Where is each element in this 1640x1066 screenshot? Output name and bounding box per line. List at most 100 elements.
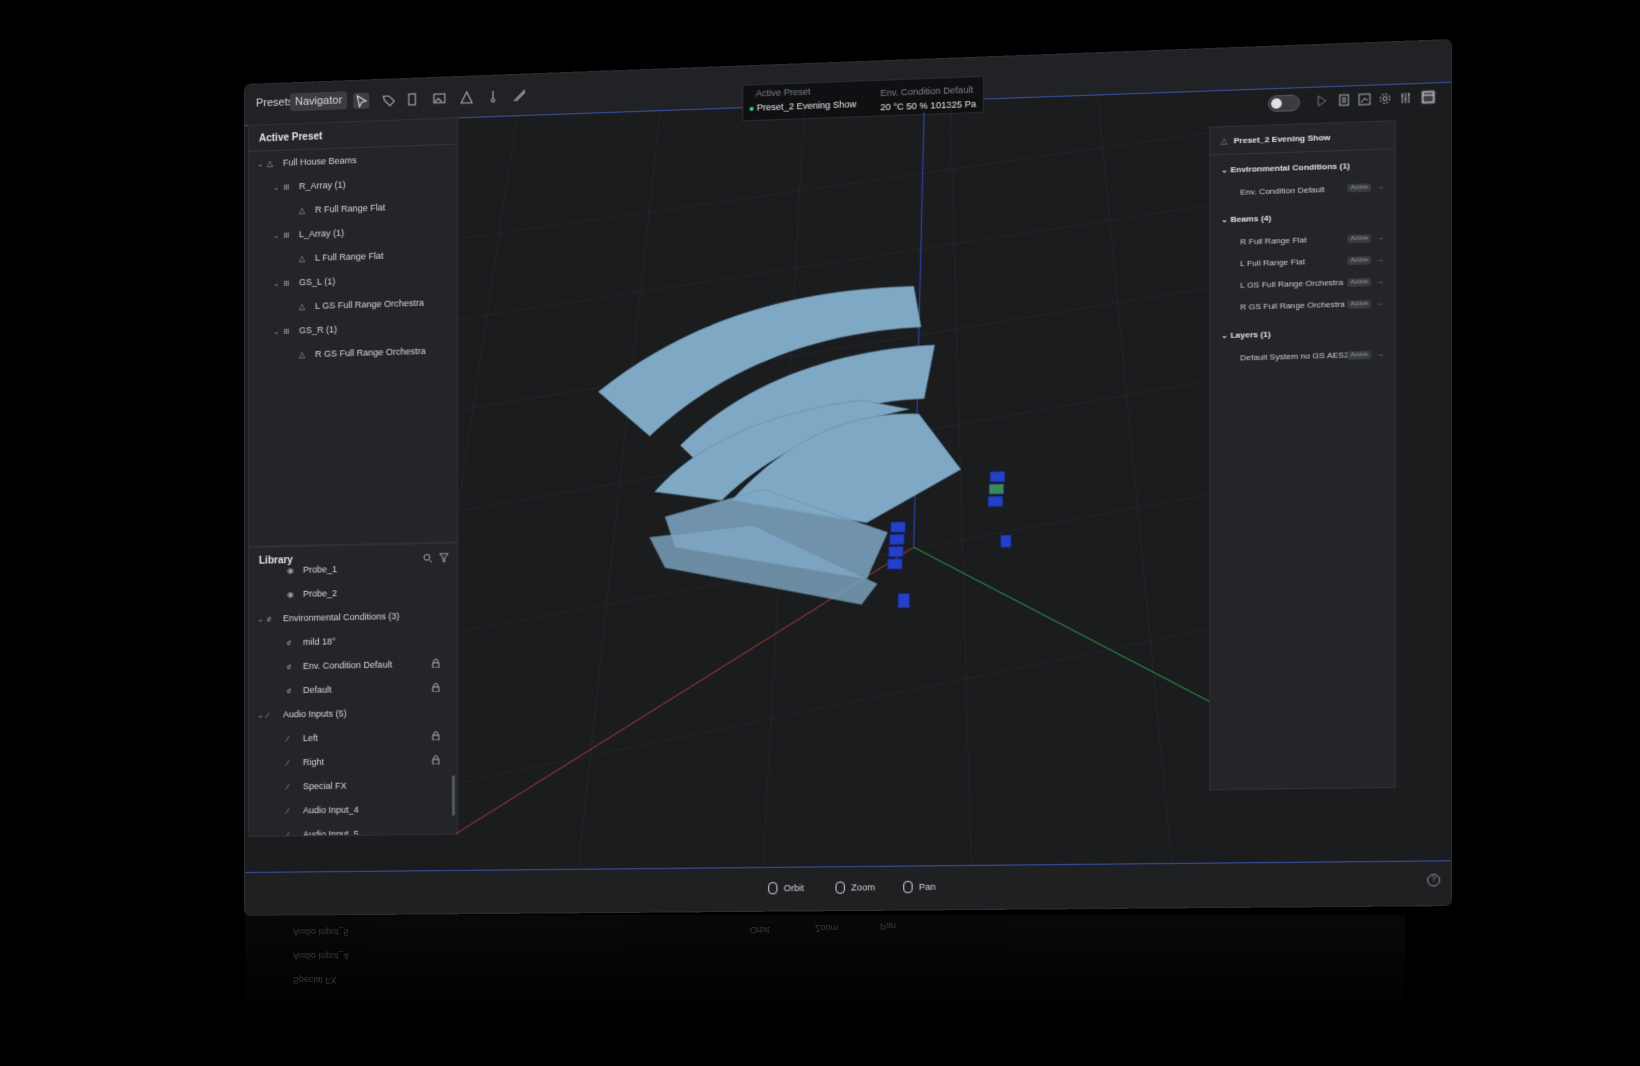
inspector-item-env-condition-default[interactable]: Env. Condition Default <box>1240 185 1325 197</box>
search-icon[interactable] <box>423 550 433 560</box>
select-tool-icon[interactable] <box>353 92 369 109</box>
library-item-probe-1[interactable]: ◉ Probe_1 <box>287 564 337 575</box>
reflection-zoom: Zoom <box>815 923 838 933</box>
thermometer-icon: ℯ <box>267 614 279 623</box>
thermometer-icon: ℯ <box>287 662 299 671</box>
chevron-down-icon[interactable]: ⌄ <box>273 182 283 191</box>
chevron-down-icon[interactable]: ⌄ <box>1221 331 1231 341</box>
speaker-r-4[interactable] <box>888 559 903 570</box>
speaker-l-2[interactable] <box>989 484 1004 495</box>
section-environmental-conditions[interactable]: ⌄ Environmental Conditions (1) <box>1221 161 1350 175</box>
arrow-right-icon[interactable]: → <box>1375 182 1384 192</box>
chevron-down-icon[interactable]: ⌄ <box>273 278 283 287</box>
chevron-down-icon[interactable]: ⌄ <box>257 614 267 623</box>
speaker-l-1[interactable] <box>990 471 1005 482</box>
beam-icon: △ <box>299 253 311 262</box>
library-item-left[interactable]: ⁄ Left <box>287 731 448 743</box>
audio-input-icon: ⁄ <box>287 830 299 837</box>
page-tool-icon[interactable] <box>403 91 419 108</box>
inspector-item-l-full-range-flat[interactable]: L Full Range Flat <box>1240 257 1305 268</box>
status-badge: Active <box>1347 351 1371 360</box>
chart-icon[interactable] <box>1357 92 1372 107</box>
chevron-down-icon[interactable]: ⌄ <box>273 326 283 335</box>
tree-item-gs-l[interactable]: ⌄ ⊞ GS_L (1) <box>273 276 335 288</box>
library-item-right[interactable]: ⁄ Right <box>287 755 448 767</box>
chevron-down-icon[interactable]: ⌄ <box>1221 165 1231 175</box>
tree-item-l-array[interactable]: ⌄ ⊞ L_Array (1) <box>273 228 344 240</box>
chevron-down-icon[interactable]: ⌄ <box>257 159 267 168</box>
inspector-item-default-system[interactable]: Default System no GS AES2 <box>1240 350 1349 362</box>
tree-item-l-gs-full-range-orchestra[interactable]: △ L GS Full Range Orchestra <box>299 298 424 312</box>
sliders-icon[interactable] <box>1398 90 1413 105</box>
library-group-audio-inputs[interactable]: ⌄ ⁄ Audio Inputs (5) <box>257 708 347 719</box>
document-icon[interactable] <box>1337 93 1352 108</box>
array-icon: ⊞ <box>283 182 295 191</box>
tree-item-r-array[interactable]: ⌄ ⊞ R_Array (1) <box>273 180 346 192</box>
library-item-special-fx[interactable]: ⁄ Special FX <box>287 781 347 792</box>
array-icon: ⊞ <box>283 326 295 335</box>
chevron-down-icon[interactable]: ⌄ <box>1221 215 1231 225</box>
arrow-right-icon[interactable]: → <box>1375 255 1384 265</box>
tree-item-gs-r[interactable]: ⌄ ⊞ GS_R (1) <box>273 324 337 336</box>
chevron-down-icon[interactable]: ⌄ <box>273 230 283 239</box>
beam-icon: △ <box>299 302 311 311</box>
reflection-audio-input-4: Audio Input_4 <box>293 951 349 961</box>
tag-tool-icon[interactable] <box>380 91 396 108</box>
bottom-bar: Orbit Zoom Pan ? <box>245 860 1451 915</box>
library-item-default[interactable]: ℯ Default <box>287 683 448 696</box>
arrow-right-icon[interactable]: → <box>1375 298 1384 308</box>
tab-navigator[interactable]: Navigator <box>290 91 347 111</box>
audio-input-icon: ⁄ <box>267 710 279 719</box>
3d-viewport[interactable] <box>456 91 1209 870</box>
tree-item-l-full-range-flat[interactable]: △ L Full Range Flat <box>299 251 384 264</box>
arrow-right-icon[interactable]: → <box>1375 277 1384 287</box>
play-icon[interactable] <box>1314 93 1329 108</box>
section-beams[interactable]: ⌄ Beams (4) <box>1221 214 1271 225</box>
speaker-l-3[interactable] <box>988 496 1003 507</box>
library-item-audio-input-5[interactable]: ⁄ Audio Input_5 <box>287 829 359 837</box>
thermometer-tool-icon[interactable] <box>484 88 500 105</box>
panel-layout-icon[interactable] <box>1421 90 1436 105</box>
status-badge: Active <box>1347 256 1371 265</box>
gear-icon[interactable] <box>1377 91 1392 106</box>
inspector-item-r-gs-full-range-orchestra[interactable]: R GS Full Range Orchestra <box>1240 299 1345 311</box>
reflection-orbit: Orbit <box>750 925 770 935</box>
arrow-right-icon[interactable]: → <box>1375 349 1384 359</box>
status-badge: Active <box>1347 234 1371 243</box>
beam-icon: △ <box>299 205 311 214</box>
inspector-item-l-gs-full-range-orchestra[interactable]: L GS Full Range Orchestra <box>1240 278 1343 290</box>
chevron-down-icon[interactable]: ⌄ <box>257 710 267 719</box>
library-group-environmental-conditions[interactable]: ⌄ ℯ Environmental Conditions (3) <box>257 611 400 624</box>
library-item-audio-input-4[interactable]: ⁄ Audio Input_4 <box>287 805 359 816</box>
image-tool-icon[interactable] <box>431 90 447 107</box>
tree-item-full-house-beams[interactable]: ⌄ △ Full House Beams <box>257 155 357 168</box>
beam-icon: △ <box>299 350 311 359</box>
speaker-r-2[interactable] <box>890 534 905 545</box>
library-panel: Library ◉ Probe_1 ◉ Probe_2 ⌄ ℯ Environmenta… <box>248 543 458 837</box>
audio-input-tool-icon[interactable] <box>511 87 527 104</box>
tree-item-r-full-range-flat[interactable]: △ R Full Range Flat <box>299 202 385 215</box>
lock-icon <box>432 731 440 740</box>
library-item-mild-18[interactable]: ℯ mild 18° <box>287 636 336 647</box>
thermometer-icon: ℯ <box>287 638 299 647</box>
speaker-gs-l[interactable] <box>1001 535 1012 548</box>
help-icon[interactable]: ? <box>1427 874 1440 887</box>
status-badge: Active <box>1347 278 1371 287</box>
library-item-probe-2[interactable]: ◉ Probe_2 <box>287 588 337 599</box>
env-condition-label: Env. Condition Default <box>880 85 973 99</box>
filter-icon[interactable] <box>439 550 449 560</box>
app-window: Presets Navigator Active Preset Preset_2… <box>245 40 1451 915</box>
hint-zoom: Zoom <box>836 881 876 894</box>
triangle-tool-icon[interactable] <box>458 89 474 106</box>
audio-input-icon: ⁄ <box>287 734 299 743</box>
library-item-env-condition-default[interactable]: ℯ Env. Condition Default <box>287 659 448 672</box>
speaker-r-1[interactable] <box>891 522 906 533</box>
section-layers[interactable]: ⌄ Layers (1) <box>1221 330 1271 341</box>
speaker-gs-r[interactable] <box>898 593 909 608</box>
library-scrollbar[interactable] <box>452 775 455 815</box>
speaker-r-3[interactable] <box>889 546 904 557</box>
tree-item-r-gs-full-range-orchestra[interactable]: △ R GS Full Range Orchestra <box>299 346 426 360</box>
arrow-right-icon[interactable]: → <box>1375 233 1384 243</box>
inspector-item-r-full-range-flat[interactable]: R Full Range Flat <box>1240 235 1307 246</box>
simulation-toggle[interactable] <box>1268 94 1300 112</box>
